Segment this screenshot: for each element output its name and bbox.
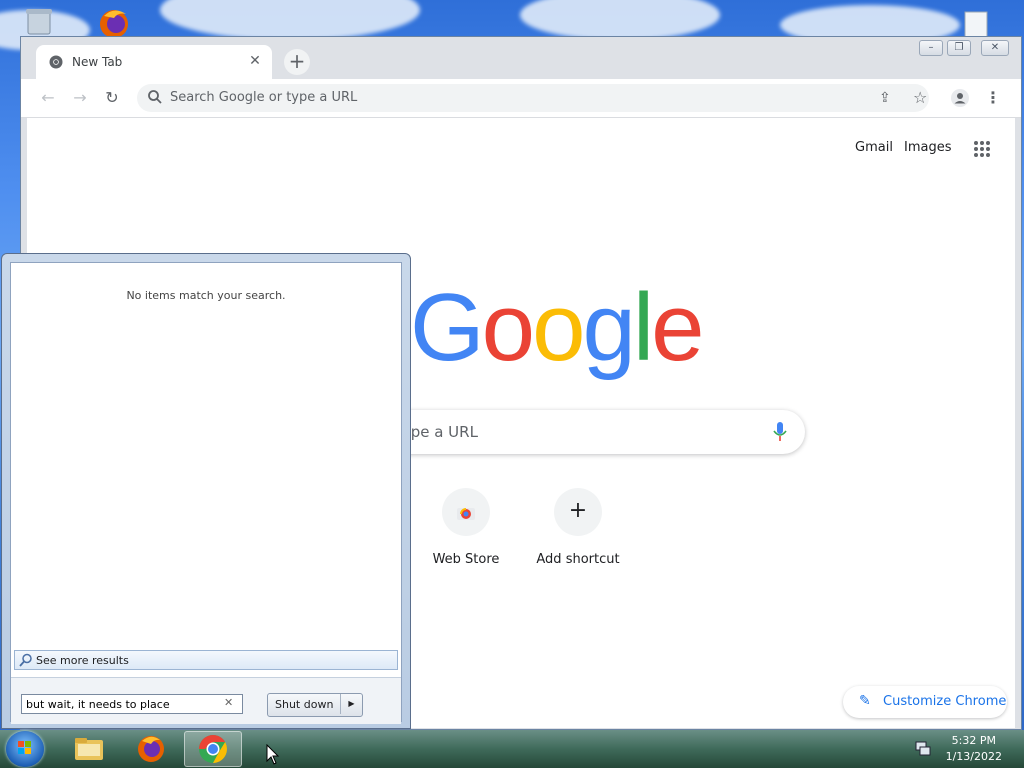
chrome-icon (199, 735, 227, 763)
taskbar-chrome[interactable] (184, 731, 242, 767)
customize-chrome-button[interactable]: ✎ Customize Chrome (843, 686, 1007, 718)
address-bar-placeholder: Search Google or type a URL (170, 90, 358, 105)
recycle-bin-icon[interactable] (22, 6, 56, 36)
firefox-desktop-icon[interactable] (94, 6, 134, 38)
tab-close-icon[interactable]: ✕ (246, 52, 264, 70)
logo-letter: G (410, 274, 485, 381)
clock-time: 5:32 PM (951, 734, 996, 747)
network-tray-icon[interactable] (914, 739, 932, 761)
no-results-message: No items match your search. (126, 289, 286, 302)
shut-down-options-arrow-icon[interactable]: ▶ (340, 694, 362, 714)
tab-title: New Tab (72, 55, 123, 69)
apps-grid-icon[interactable] (973, 140, 991, 162)
see-more-results-label: See more results (36, 654, 129, 667)
customize-chrome-label: Customize Chrome (883, 694, 1007, 709)
shut-down-button[interactable]: Shut down ▶ (267, 693, 363, 717)
shortcut-web-store[interactable]: Web Store (411, 488, 521, 567)
tab-strip: New Tab ✕ + – ❐ ✕ (21, 37, 1021, 79)
shut-down-label: Shut down (275, 698, 334, 711)
firefox-icon (138, 736, 164, 762)
back-icon[interactable]: ← (39, 89, 57, 107)
start-button[interactable] (6, 731, 44, 767)
address-bar[interactable]: Search Google or type a URL ⇪ ☆ (137, 84, 929, 112)
reload-icon[interactable]: ↻ (103, 89, 121, 107)
logo-letter: e (651, 274, 704, 381)
see-more-results-button[interactable]: See more results (14, 650, 398, 670)
logo-letter: o (532, 274, 585, 381)
images-link[interactable]: Images (904, 140, 952, 155)
gmail-link[interactable]: Gmail (855, 140, 893, 155)
close-window-button[interactable]: ✕ (981, 40, 1009, 56)
search-results-pane: No items match your search. See more res… (10, 262, 402, 724)
new-tab-button[interactable]: + (284, 49, 310, 75)
taskbar-firefox[interactable] (122, 731, 180, 767)
clock-date: 1/13/2022 (945, 750, 1002, 763)
minimize-button[interactable]: – (919, 40, 943, 56)
toolbar: ← → ↻ Search Google or type a URL ⇪ ☆ ⋮ (21, 79, 1021, 118)
logo-letter: o (481, 274, 535, 381)
system-clock[interactable]: 5:32 PM 1/13/2022 (946, 733, 1002, 765)
plus-icon: + (554, 488, 602, 536)
shortcut-label: Web Store (432, 552, 500, 567)
restore-button[interactable]: ❐ (947, 40, 971, 56)
start-search-input[interactable] (21, 694, 243, 714)
taskbar: 5:32 PM 1/13/2022 (0, 730, 1024, 768)
folder-icon (75, 738, 103, 760)
shortcut-label: Add shortcut (536, 552, 620, 567)
menu-kebab-icon[interactable]: ⋮ (984, 89, 1002, 107)
cloud (160, 0, 420, 40)
start-menu: No items match your search. See more res… (1, 253, 411, 729)
logo-letter: l (632, 274, 654, 381)
clear-search-icon[interactable]: ✕ (224, 696, 233, 709)
cloud (520, 0, 720, 40)
pencil-icon: ✎ (859, 693, 871, 709)
chrome-favicon-icon (49, 55, 63, 73)
tab-new-tab[interactable]: New Tab ✕ (36, 45, 272, 79)
start-search-row: ✕ Shut down ▶ (11, 677, 401, 724)
web-store-icon (442, 488, 490, 536)
profile-icon[interactable] (951, 89, 969, 107)
windows-logo-icon (18, 741, 31, 754)
share-icon[interactable]: ⇪ (879, 90, 891, 106)
bookmark-star-icon[interactable]: ☆ (913, 88, 927, 107)
forward-icon[interactable]: → (71, 89, 89, 107)
mouse-cursor-icon (266, 743, 280, 770)
google-logo: Google (410, 280, 705, 376)
magnifier-icon (19, 653, 33, 670)
shortcut-add[interactable]: + Add shortcut (523, 488, 633, 567)
voice-search-mic-icon[interactable] (773, 422, 787, 446)
logo-letter: g (582, 274, 635, 381)
taskbar-file-explorer[interactable] (60, 731, 118, 767)
search-icon (147, 89, 163, 109)
